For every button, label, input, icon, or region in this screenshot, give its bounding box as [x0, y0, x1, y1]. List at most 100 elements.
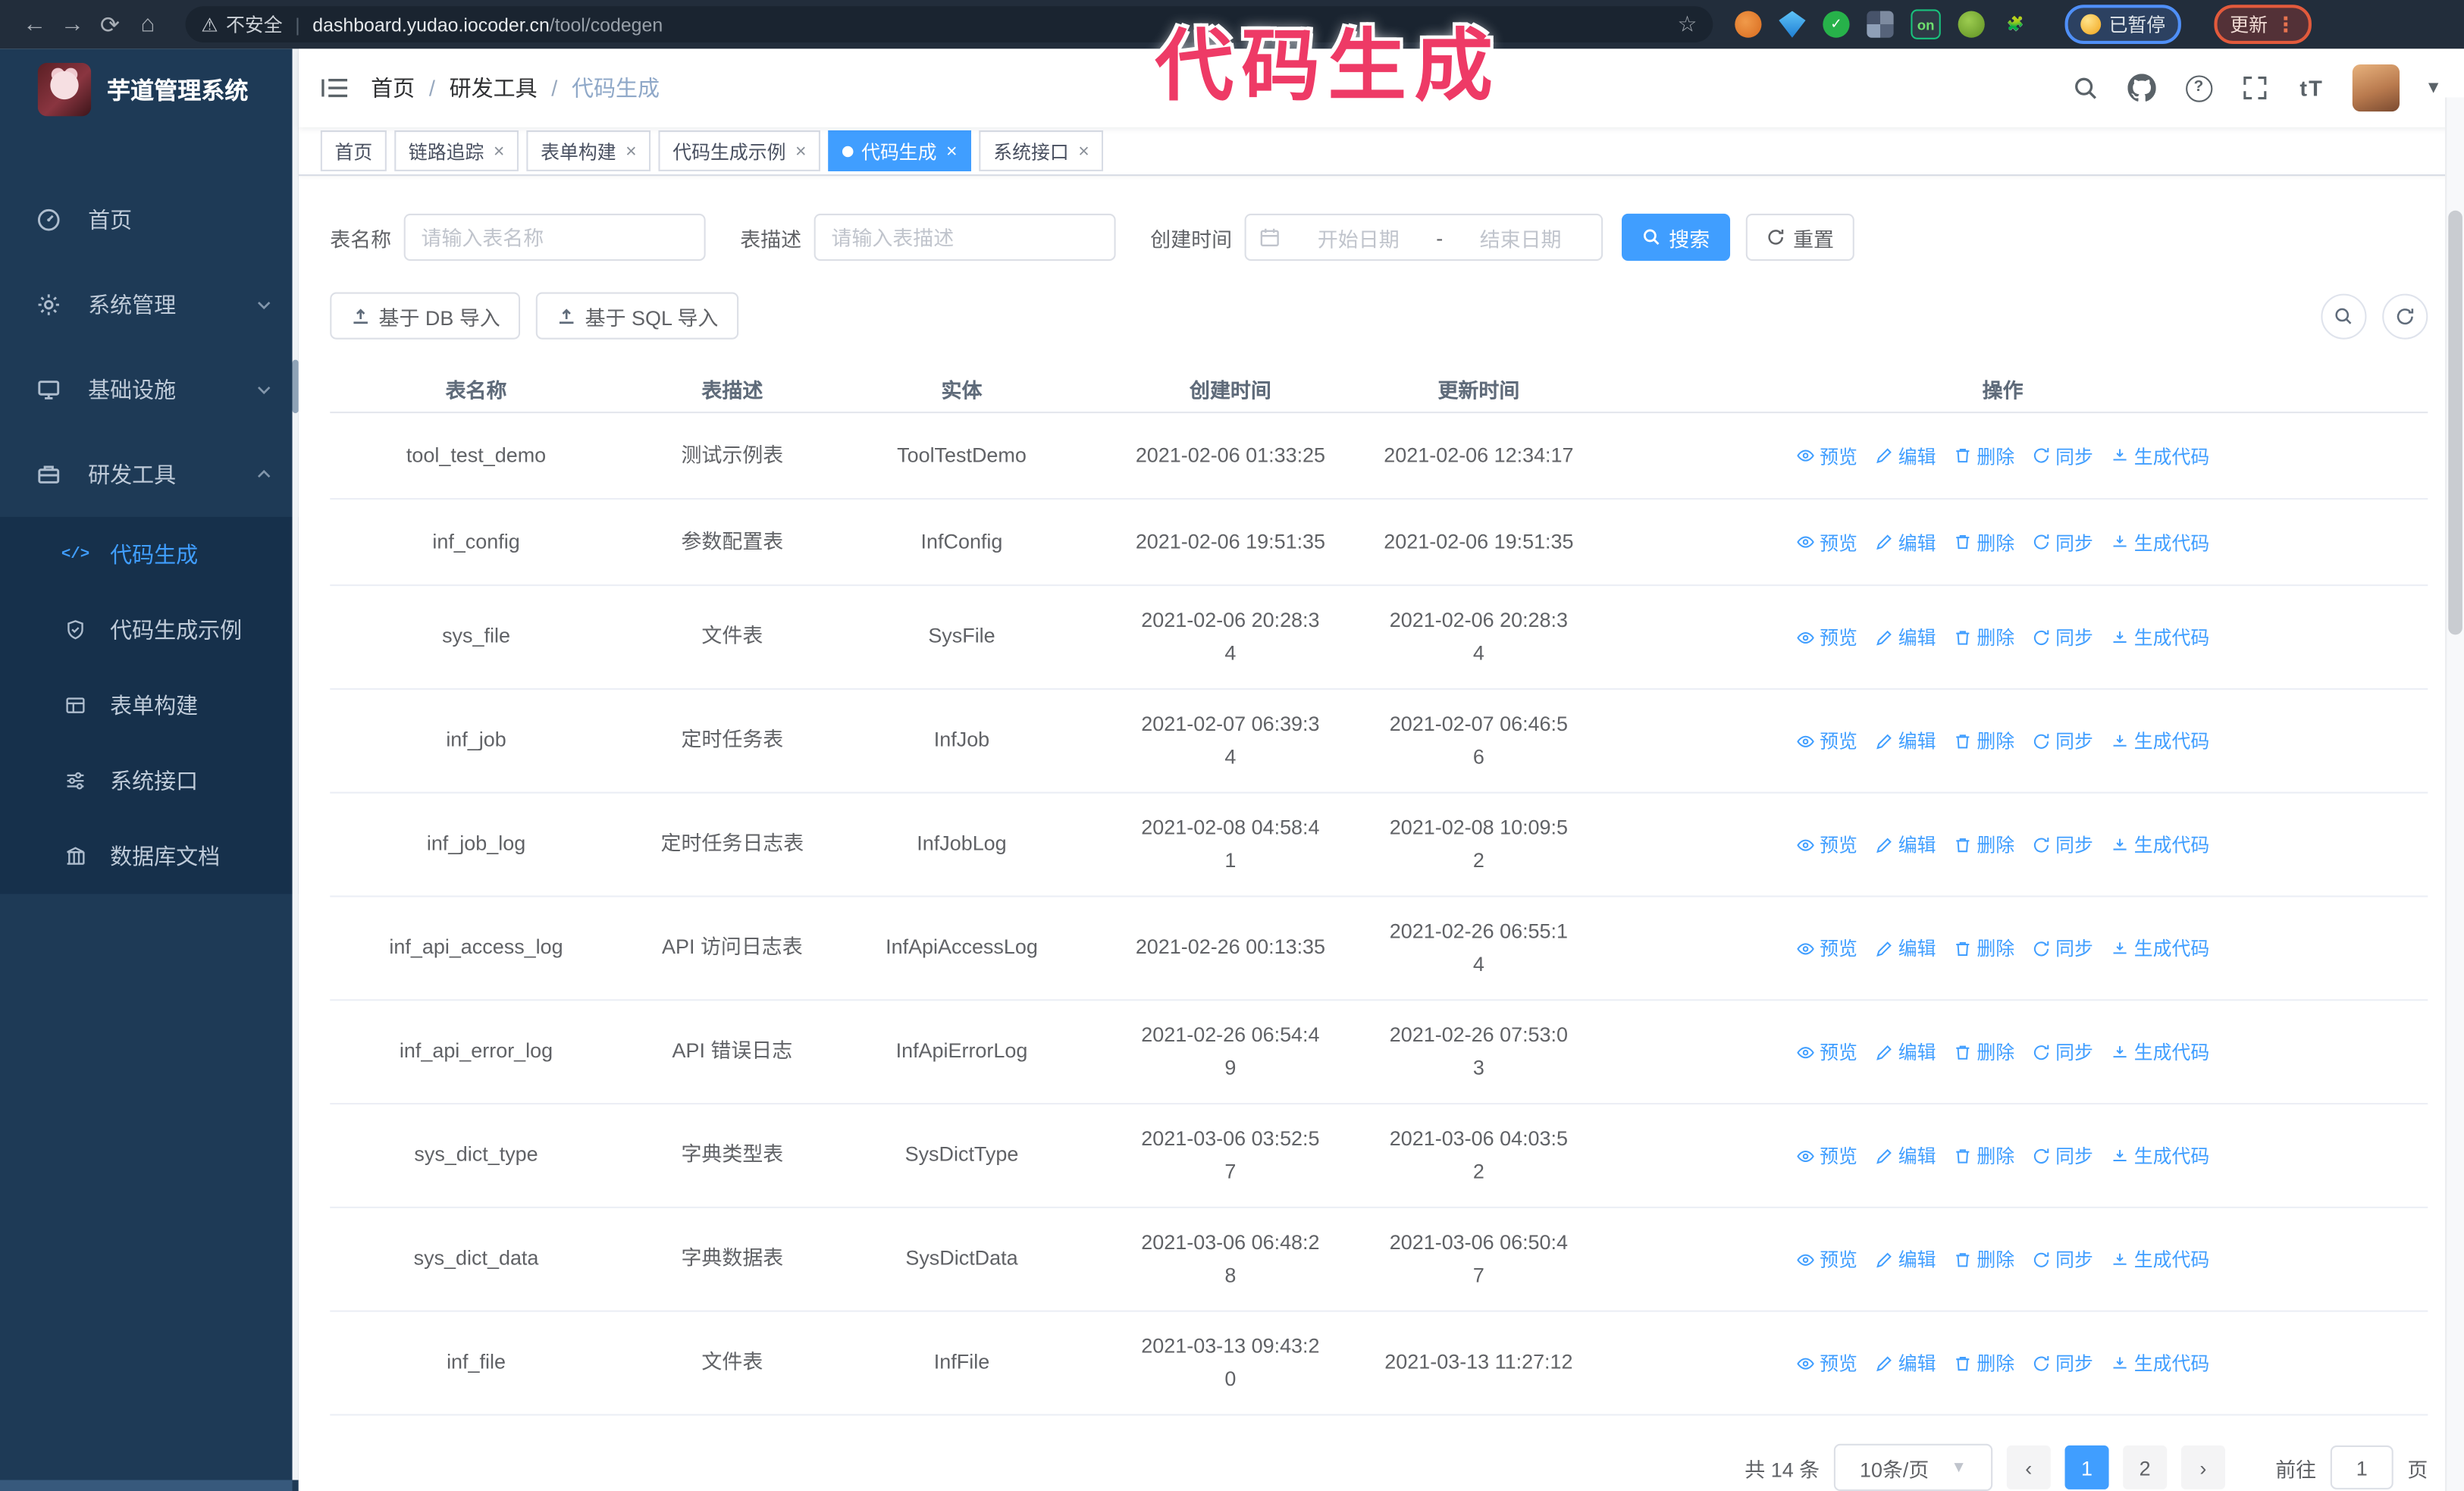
- sidebar-item-devtools[interactable]: 研发工具: [0, 432, 299, 517]
- sidebar-hscrollbar[interactable]: [0, 1480, 293, 1491]
- tab-item[interactable]: 代码生成 ×: [828, 130, 972, 172]
- generate-code-link[interactable]: 生成代码: [2111, 528, 2209, 555]
- sidebar-item-codegen-example[interactable]: 代码生成示例: [0, 592, 299, 667]
- preview-link[interactable]: 预览: [1796, 624, 1857, 650]
- avatar[interactable]: [2353, 64, 2400, 112]
- delete-link[interactable]: 删除: [1953, 728, 2014, 754]
- table-name-input[interactable]: [403, 213, 706, 262]
- sidebar-item-infra[interactable]: 基础设施: [0, 347, 299, 432]
- window-scrollbar-thumb[interactable]: [2448, 210, 2462, 635]
- generate-code-link[interactable]: 生成代码: [2111, 1038, 2209, 1065]
- table-desc-input[interactable]: [813, 213, 1116, 262]
- tab-close-icon[interactable]: ×: [625, 142, 637, 161]
- breadcrumb-devtools[interactable]: 研发工具: [450, 72, 538, 103]
- delete-link[interactable]: 删除: [1953, 831, 2014, 857]
- edit-link[interactable]: 编辑: [1875, 728, 1936, 754]
- sync-link[interactable]: 同步: [2032, 935, 2093, 961]
- delete-link[interactable]: 删除: [1953, 1142, 2014, 1169]
- edit-link[interactable]: 编辑: [1875, 935, 1936, 961]
- sidebar-item-codegen[interactable]: </> 代码生成: [0, 517, 299, 592]
- generate-code-link[interactable]: 生成代码: [2111, 1246, 2209, 1273]
- proxy-on-extension-icon[interactable]: on: [1911, 9, 1941, 39]
- page-button-2[interactable]: 2: [2123, 1445, 2168, 1489]
- generate-code-link[interactable]: 生成代码: [2111, 624, 2209, 650]
- prev-page-button[interactable]: ‹: [2006, 1445, 2051, 1489]
- page-size-select[interactable]: 10条/页 ▼: [1833, 1443, 1993, 1491]
- toggle-search-button[interactable]: [2321, 293, 2367, 339]
- edit-link[interactable]: 编辑: [1875, 831, 1936, 857]
- sync-link[interactable]: 同步: [2032, 528, 2093, 555]
- preview-link[interactable]: 预览: [1796, 1246, 1857, 1273]
- preview-link[interactable]: 预览: [1796, 1038, 1857, 1065]
- preview-link[interactable]: 预览: [1796, 528, 1857, 555]
- kebab-menu-icon[interactable]: ⋮: [2275, 12, 2296, 37]
- sidebar-item-system[interactable]: 系统管理: [0, 262, 299, 347]
- orange-extension-icon[interactable]: [1735, 11, 1762, 38]
- page-button-1[interactable]: 1: [2064, 1445, 2109, 1489]
- search-icon[interactable]: [2070, 72, 2101, 103]
- app-logo-row[interactable]: 芋道管理系统: [0, 49, 299, 130]
- delete-link[interactable]: 删除: [1953, 528, 2014, 555]
- delete-link[interactable]: 删除: [1953, 935, 2014, 961]
- preview-link[interactable]: 预览: [1796, 935, 1857, 961]
- delete-link[interactable]: 删除: [1953, 1349, 2014, 1376]
- sync-link[interactable]: 同步: [2032, 1142, 2093, 1169]
- generate-code-link[interactable]: 生成代码: [2111, 728, 2209, 754]
- sql-import-button[interactable]: 基于 SQL 导入: [536, 292, 739, 340]
- tab-item[interactable]: 系统接口 ×: [979, 130, 1104, 172]
- edit-link[interactable]: 编辑: [1875, 1349, 1936, 1376]
- help-icon[interactable]: ?: [2183, 72, 2214, 103]
- date-range-picker[interactable]: 开始日期 - 结束日期: [1244, 213, 1603, 262]
- edit-link[interactable]: 编辑: [1875, 1246, 1936, 1273]
- generate-code-link[interactable]: 生成代码: [2111, 1349, 2209, 1376]
- delete-link[interactable]: 删除: [1953, 624, 2014, 650]
- refresh-button[interactable]: [2382, 293, 2428, 339]
- browser-forward-icon[interactable]: →: [53, 5, 91, 43]
- font-size-icon[interactable]: tT: [2296, 72, 2327, 103]
- sync-link[interactable]: 同步: [2032, 831, 2093, 857]
- browser-back-icon[interactable]: ←: [16, 5, 54, 43]
- sync-link[interactable]: 同步: [2032, 1246, 2093, 1273]
- sync-link[interactable]: 同步: [2032, 624, 2093, 650]
- tab-close-icon[interactable]: ×: [795, 142, 807, 161]
- green-check-extension-icon[interactable]: ✓: [1823, 11, 1850, 38]
- delete-link[interactable]: 删除: [1953, 1246, 2014, 1273]
- search-button[interactable]: 搜索: [1622, 213, 1731, 262]
- sync-link[interactable]: 同步: [2032, 442, 2093, 468]
- sidebar-item-db-doc[interactable]: 数据库文档: [0, 819, 299, 894]
- preview-link[interactable]: 预览: [1796, 728, 1857, 754]
- caret-down-icon[interactable]: ▼: [2425, 79, 2442, 98]
- goto-page-input[interactable]: [2330, 1445, 2393, 1489]
- grid-extension-icon[interactable]: [1867, 11, 1894, 38]
- delete-link[interactable]: 删除: [1953, 1038, 2014, 1065]
- generate-code-link[interactable]: 生成代码: [2111, 1142, 2209, 1169]
- github-icon[interactable]: [2127, 72, 2158, 103]
- edit-link[interactable]: 编辑: [1875, 1038, 1936, 1065]
- tab-item[interactable]: 表单构建 ×: [526, 130, 651, 172]
- generate-code-link[interactable]: 生成代码: [2111, 935, 2209, 961]
- preview-link[interactable]: 预览: [1796, 831, 1857, 857]
- generate-code-link[interactable]: 生成代码: [2111, 831, 2209, 857]
- puzzle-extension-icon[interactable]: 🧩: [2002, 11, 2029, 38]
- db-import-button[interactable]: 基于 DB 导入: [330, 292, 521, 340]
- sidebar-item-home[interactable]: 首页: [0, 177, 299, 262]
- browser-reload-icon[interactable]: ⟳: [91, 5, 129, 43]
- tab-item[interactable]: 代码生成示例 ×: [658, 130, 821, 172]
- preview-link[interactable]: 预览: [1796, 442, 1857, 468]
- fullscreen-icon[interactable]: [2240, 72, 2271, 103]
- green-extension-icon[interactable]: [1958, 11, 1985, 38]
- preview-link[interactable]: 预览: [1796, 1142, 1857, 1169]
- bookmark-star-icon[interactable]: ☆: [1677, 11, 1697, 38]
- blue-gem-extension-icon[interactable]: [1779, 11, 1806, 38]
- sidebar-item-system-api[interactable]: 系统接口: [0, 743, 299, 818]
- tab-close-icon[interactable]: ×: [946, 142, 958, 161]
- sync-link[interactable]: 同步: [2032, 1038, 2093, 1065]
- browser-update-badge[interactable]: 更新 ⋮: [2214, 5, 2312, 45]
- sync-link[interactable]: 同步: [2032, 728, 2093, 754]
- generate-code-link[interactable]: 生成代码: [2111, 442, 2209, 468]
- edit-link[interactable]: 编辑: [1875, 442, 1936, 468]
- sidebar-scrollbar-thumb[interactable]: [292, 359, 299, 414]
- tab-close-icon[interactable]: ×: [1078, 142, 1089, 161]
- delete-link[interactable]: 删除: [1953, 442, 2014, 468]
- next-page-button[interactable]: ›: [2180, 1445, 2225, 1489]
